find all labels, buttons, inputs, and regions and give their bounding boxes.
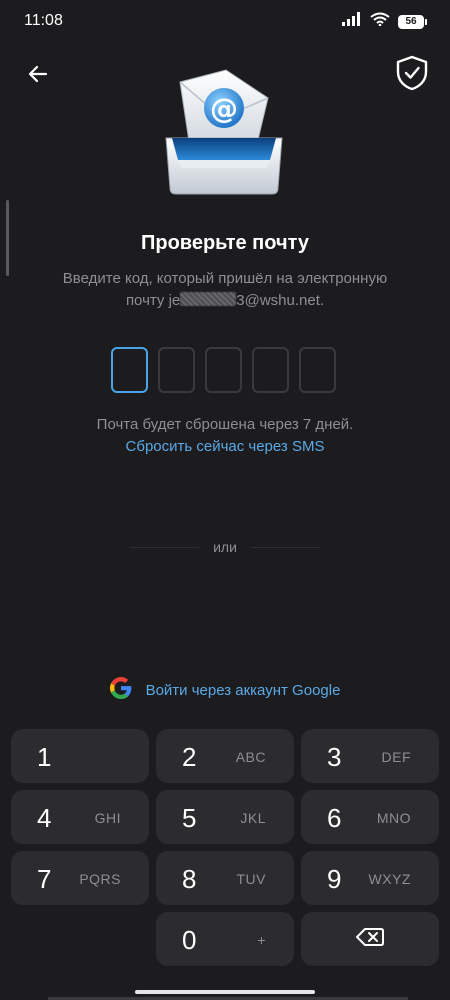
key-7[interactable]: 7 PQRS [11, 851, 149, 905]
arrow-left-icon [26, 62, 50, 91]
mail-inbox-illustration: @ [160, 68, 288, 200]
backspace-key[interactable] [301, 912, 439, 966]
key-letters: GHI [94, 810, 121, 826]
page-title: Проверьте почту [140, 232, 310, 254]
key-letters: DEF [381, 749, 411, 765]
shield-check-icon [395, 55, 429, 96]
code-digit-box-5[interactable] [299, 347, 336, 393]
key-digit: 7 [37, 864, 52, 894]
google-signin-button[interactable]: Войти через аккаунт Google [0, 676, 450, 704]
key-9[interactable]: 9 WXYZ [301, 851, 439, 905]
status-bar: 11:08 56 [0, 0, 450, 40]
email-suffix: 3@wshu.net. [236, 292, 325, 309]
code-digit-box-3[interactable] [205, 347, 242, 393]
key-8[interactable]: 8 TUV [156, 851, 294, 905]
key-digit: 9 [327, 864, 342, 894]
key-letters: JKL [240, 810, 266, 826]
key-2[interactable]: 2 ABC [156, 729, 294, 783]
key-3[interactable]: 3 DEF [301, 729, 439, 783]
back-button[interactable] [22, 60, 54, 92]
code-input-row [111, 347, 336, 393]
backspace-icon [356, 927, 384, 952]
divider-line-right [250, 546, 320, 548]
status-icons: 56 [342, 12, 427, 31]
google-signin-label: Войти через аккаунт Google [145, 681, 341, 699]
svg-text:@: @ [210, 92, 238, 125]
home-indicator[interactable] [135, 990, 315, 994]
key-4[interactable]: 4 GHI [11, 790, 149, 844]
signal-icon [342, 12, 362, 31]
system-nav-bar [0, 982, 450, 1000]
reset-via-sms-link[interactable]: Сбросить сейчас через SMS [0, 438, 450, 455]
wifi-icon [370, 12, 390, 31]
key-digit: 0 [182, 925, 197, 955]
key-letters: MNO [376, 810, 411, 826]
key-empty [11, 912, 149, 966]
status-time: 11:08 [24, 12, 63, 29]
instruction-line-1: Введите код, который пришёл на электронн… [62, 270, 388, 287]
key-5[interactable]: 5 JKL [156, 790, 294, 844]
security-button[interactable] [392, 55, 432, 95]
numeric-keypad: 1 2 ABC 3 DEF 4 GHI 5 JKL 6 MNO 7 PQRS 8 TUV 9 W… [11, 729, 439, 973]
or-divider: или [130, 538, 320, 556]
key-6[interactable]: 6 MNO [301, 790, 439, 844]
divider-line-left [130, 546, 200, 548]
key-letters: TUV [236, 871, 266, 887]
key-digit: 8 [182, 864, 197, 894]
reset-note: Почта будет сброшена через 7 дней. [96, 416, 354, 433]
code-digit-box-2[interactable] [158, 347, 195, 393]
google-icon [109, 676, 132, 704]
key-digit: 3 [327, 742, 342, 772]
key-digit: 2 [182, 742, 197, 772]
key-letters: PQRS [79, 871, 121, 887]
code-digit-box-1[interactable] [111, 347, 148, 393]
key-0[interactable]: 0 + [156, 912, 294, 966]
code-digit-box-4[interactable] [252, 347, 289, 393]
key-digit: 5 [182, 803, 197, 833]
key-digit: 1 [37, 742, 52, 772]
email-prefix: почту je [125, 292, 181, 309]
key-letters: ABC [235, 749, 266, 765]
key-1[interactable]: 1 [11, 729, 149, 783]
email-redacted [180, 292, 237, 306]
battery-icon: 56 [398, 14, 427, 29]
key-letters: + [257, 932, 266, 948]
key-digit: 6 [327, 803, 342, 833]
key-digit: 4 [37, 803, 52, 833]
key-letters: WXYZ [368, 871, 411, 887]
divider-text: или [213, 539, 237, 555]
instruction-text: Введите код, который пришёл на электронн… [40, 268, 410, 312]
